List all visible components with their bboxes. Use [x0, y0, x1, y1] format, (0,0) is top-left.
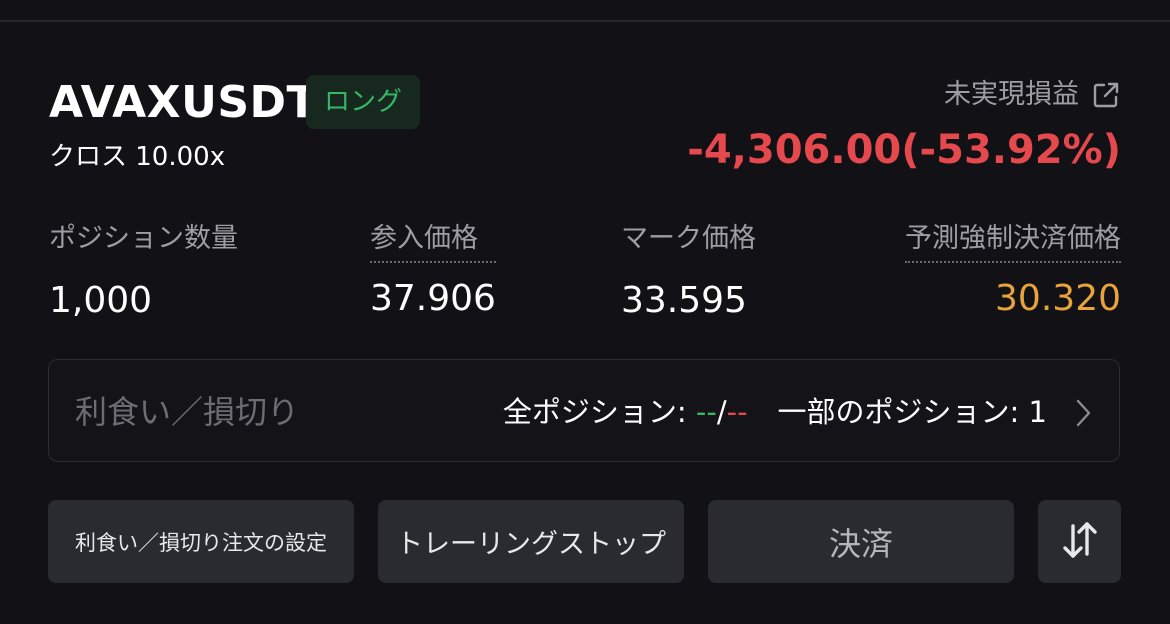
position-size-value: 1,000 [49, 280, 153, 321]
swap-button[interactable] [1038, 500, 1121, 583]
tpsl-title: 利食い／損切り [75, 393, 300, 431]
unrealized-pnl-header[interactable]: 未実現損益 [944, 75, 1121, 115]
liquidation-price-value: 30.320 [995, 278, 1121, 319]
trailing-stop-button[interactable]: トレーリングストップ [378, 500, 684, 583]
all-position-label: 全ポジション: [502, 395, 696, 429]
tpsl-info: 全ポジション: --/-- 一部のポジション: 1 [503, 392, 1047, 432]
position-size-label: ポジション数量 [49, 223, 238, 254]
liquidation-price-label[interactable]: 予測強制決済価格 [905, 219, 1121, 263]
mark-price-label: マーク価格 [621, 223, 756, 254]
position-size-stat: ポジション数量 1,000 [49, 219, 238, 323]
swap-arrows-icon [1060, 518, 1100, 566]
all-position-sl: -- [726, 395, 748, 429]
entry-price-stat: 参入価格 37.906 [370, 219, 496, 321]
side-badge: ロング [306, 75, 420, 129]
tpsl-settings-button[interactable]: 利食い／損切り注文の設定 [48, 500, 354, 583]
mark-price-stat: マーク価格 33.595 [621, 219, 756, 323]
tpsl-separator: / [716, 395, 727, 429]
top-divider [0, 20, 1170, 22]
tpsl-summary-row[interactable]: 利食い／損切り 全ポジション: --/-- 一部のポジション: 1 [48, 359, 1120, 462]
entry-price-label[interactable]: 参入価格 [370, 219, 496, 263]
unrealized-pnl-label: 未実現損益 [944, 79, 1079, 110]
liquidation-price-stat: 予測強制決済価格 30.320 [905, 219, 1121, 321]
mark-price-value: 33.595 [621, 280, 747, 321]
unrealized-pnl-value: -4,306.00(-53.92%) [687, 127, 1121, 173]
chevron-right-icon [1073, 398, 1093, 432]
external-link-icon[interactable] [1091, 80, 1121, 110]
all-position-tp: -- [695, 395, 717, 429]
symbol-name: AVAXUSDT [49, 77, 318, 128]
close-position-button[interactable]: 決済 [708, 500, 1014, 583]
partial-position-label: 一部のポジション: 1 [777, 395, 1047, 429]
margin-mode-leverage: クロス 10.00x [49, 142, 226, 172]
entry-price-value: 37.906 [370, 278, 496, 319]
